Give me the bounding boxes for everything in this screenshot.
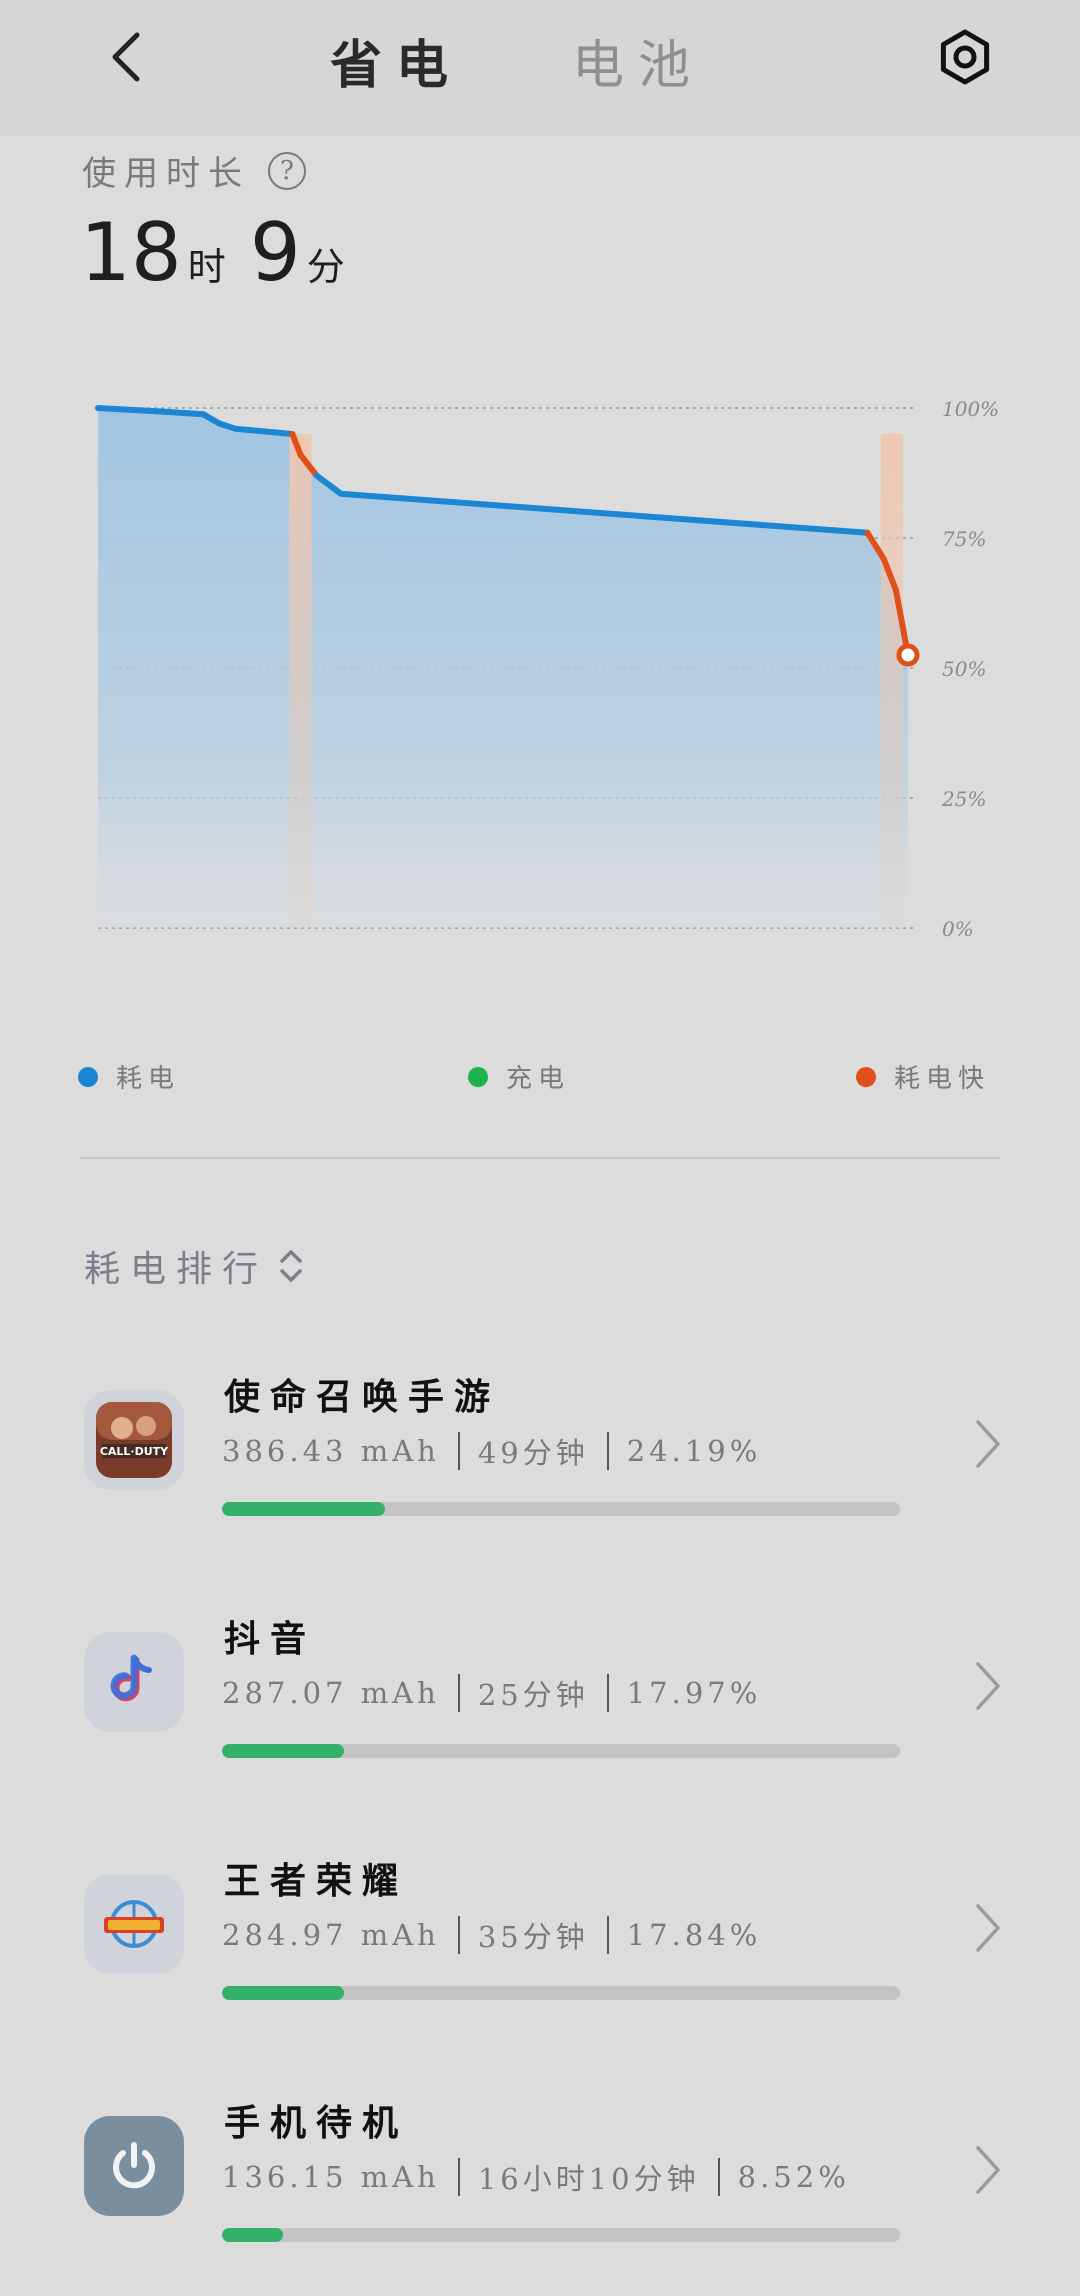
tab-bar: 省电 电池 [330, 20, 704, 100]
app-percent: 17.84% [626, 1918, 762, 1952]
usage-progress-fill [222, 1986, 345, 2000]
stats-separator [717, 2158, 720, 2196]
y-tick-label: 75% [942, 527, 986, 551]
call-of-duty-icon: CALL·DUTY [96, 1402, 172, 1478]
app-stats: 287.07 mAh 25分钟 17.97% [222, 1672, 761, 1714]
top-bar: 省电 电池 [0, 0, 1080, 136]
usage-progress-bar [222, 1502, 900, 1516]
legend-drain-label: 耗电 [116, 1064, 181, 1094]
back-button[interactable] [92, 22, 162, 92]
usage-minutes-unit: 分 [306, 245, 345, 289]
app-stats: 386.43 mAh 49分钟 24.19% [222, 1430, 761, 1472]
app-icon-container [84, 1874, 184, 1974]
app-percent: 17.97% [626, 1676, 762, 1710]
usage-duration-value: 18 时 9 分 [80, 206, 363, 299]
stats-separator [606, 1674, 609, 1712]
app-duration: 35分钟 [477, 1920, 589, 1954]
y-tick-label: 50% [942, 657, 986, 681]
app-row-call-of-duty[interactable]: CALL·DUTY 使命召唤手游 386.43 mAh 49分钟 24.19% [0, 1368, 1080, 1548]
app-icon-container [84, 2116, 184, 2216]
drain-dot-icon [78, 1066, 98, 1087]
app-row-honor-of-kings[interactable]: 王者荣耀 284.97 mAh 35分钟 17.84% [0, 1852, 1080, 2032]
app-mah: 136.15 mAh [222, 2160, 440, 2194]
legend-drain: 耗电 [78, 1058, 180, 1095]
usage-progress-fill [222, 2228, 284, 2242]
chevron-right-icon [976, 1420, 1000, 1468]
app-stats: 284.97 mAh 35分钟 17.84% [222, 1914, 761, 1956]
help-icon[interactable]: ? [268, 151, 306, 190]
app-name: 王者荣耀 [224, 1860, 409, 1902]
usage-hours-unit: 时 [187, 245, 226, 289]
gear-icon [940, 29, 990, 85]
y-tick-label: 0% [942, 917, 974, 941]
app-icon-container [84, 1632, 184, 1732]
app-name: 抖音 [224, 1618, 317, 1660]
battery-area [98, 408, 908, 928]
fast-drain-band [289, 434, 312, 928]
app-duration: 49分钟 [477, 1436, 589, 1470]
chevron-left-icon [112, 32, 140, 82]
fast-drain-band [880, 434, 903, 928]
stats-separator [457, 2158, 460, 2196]
legend-charging-label: 充电 [506, 1064, 571, 1094]
app-percent: 24.19% [626, 1434, 762, 1468]
usage-duration-label: 使用时长 ? [82, 146, 306, 195]
app-name: 手机待机 [224, 2102, 409, 2144]
usage-progress-bar [222, 2228, 900, 2242]
app-percent: 8.52% [737, 2160, 850, 2194]
app-duration: 25分钟 [477, 1678, 589, 1712]
legend-charging: 充电 [468, 1058, 570, 1095]
settings-button[interactable] [930, 22, 1000, 92]
tab-battery[interactable]: 电池 [572, 23, 704, 98]
y-tick-label: 25% [941, 787, 986, 811]
usage-progress-bar [222, 1744, 900, 1758]
stats-separator [606, 1916, 609, 1954]
chart-legend: 耗电 充电 耗电快 [78, 1058, 1008, 1098]
douyin-icon [110, 1654, 152, 1702]
divider [80, 1157, 1000, 1159]
usage-progress-bar [222, 1986, 900, 2000]
tab-power-saving[interactable]: 省电 [330, 23, 462, 98]
power-icon [113, 2142, 155, 2189]
drain-line-segment [159, 408, 207, 418]
svg-text:CALL·DUTY: CALL·DUTY [100, 1445, 169, 1458]
app-row-standby[interactable]: 手机待机 136.15 mAh 16小时10分钟 8.52% [0, 2094, 1080, 2274]
app-duration: 16小时10分钟 [477, 2162, 700, 2196]
app-mah: 284.97 mAh [222, 1918, 440, 1952]
ranking-title: 耗电排行 [84, 1249, 269, 1290]
legend-fast-drain-label: 耗电快 [894, 1064, 991, 1094]
battery-level-chart: 100% 75% 50% 25% 0% [95, 397, 999, 941]
app-mah: 287.07 mAh [222, 1676, 440, 1710]
app-name: 使命召唤手游 [224, 1376, 501, 1418]
chevron-right-icon [976, 1662, 1000, 1710]
usage-progress-fill [222, 1502, 385, 1516]
sort-toggle-icon [280, 1250, 302, 1282]
current-level-marker [896, 643, 920, 667]
app-mah: 386.43 mAh [222, 1434, 440, 1468]
y-tick-label: 100% [942, 397, 999, 421]
app-row-douyin[interactable]: 抖音 287.07 mAh 25分钟 17.97% [0, 1610, 1080, 1790]
drain-line-segment [95, 405, 166, 415]
stats-separator [606, 1432, 609, 1470]
ranking-sort-toggle[interactable]: 耗电排行 [84, 1240, 304, 1292]
honor-of-kings-icon [104, 1900, 164, 1948]
usage-hours: 18 [80, 206, 182, 299]
usage-minutes: 9 [249, 206, 301, 299]
app-icon-container: CALL·DUTY [84, 1390, 184, 1490]
usage-duration-title: 使用时长 [82, 154, 250, 194]
charging-dot-icon [468, 1066, 488, 1087]
usage-progress-fill [222, 1744, 345, 1758]
chevron-right-icon [976, 2146, 1000, 2194]
stats-separator [457, 1674, 460, 1712]
chevron-right-icon [976, 1904, 1000, 1952]
stats-separator [457, 1916, 460, 1954]
fast-drain-dot-icon [856, 1066, 876, 1087]
legend-fast-drain: 耗电快 [856, 1058, 990, 1095]
app-stats: 136.15 mAh 16小时10分钟 8.52% [222, 2156, 850, 2198]
stats-separator [457, 1432, 460, 1470]
